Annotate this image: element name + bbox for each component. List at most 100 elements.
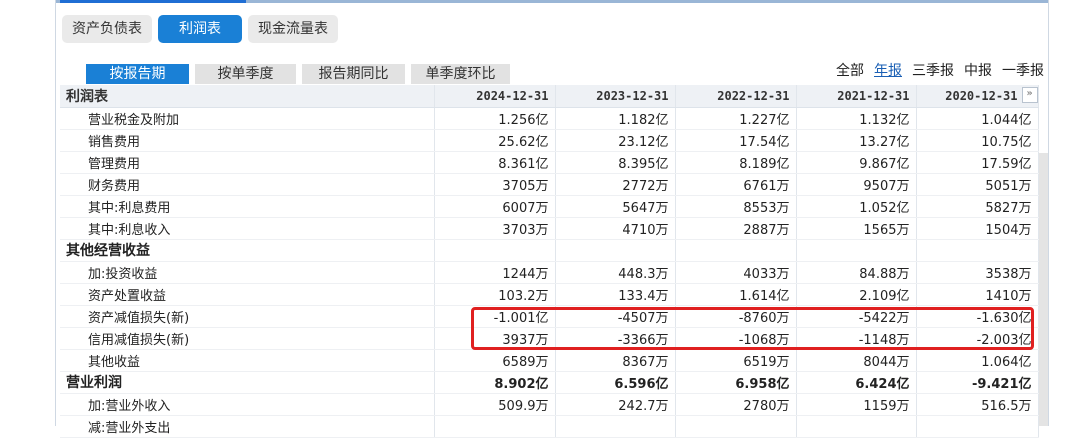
cell-value: 25.62亿 xyxy=(434,129,556,152)
period-all[interactable]: 全部 xyxy=(836,60,864,80)
cell-value: 1.256亿 xyxy=(434,107,556,130)
report-panel: 资产负债表 利润表 现金流量表 按报告期 按单季度 报告期同比 单季度环比 全部… xyxy=(55,0,1049,438)
row-label: 财务费用 xyxy=(60,173,435,196)
cell-value: 1.064亿 xyxy=(916,349,1039,372)
row-label: 加:营业外收入 xyxy=(60,393,435,416)
table-row: 加:营业外收入 509.9万 242.7万 2780万 1159万 516.5万 xyxy=(60,393,1039,416)
cell-value: 13.27亿 xyxy=(796,129,917,152)
cell-value: 6.958亿 xyxy=(675,371,797,394)
row-label: 其中:利息费用 xyxy=(60,195,435,218)
cell-value xyxy=(434,239,556,262)
cell-value xyxy=(916,415,1039,438)
period-half-year[interactable]: 中报 xyxy=(964,60,992,80)
cell-value xyxy=(675,239,797,262)
table-row: 减:营业外支出 xyxy=(60,415,1039,438)
cell-value: 1.614亿 xyxy=(675,283,797,306)
period-q3[interactable]: 三季报 xyxy=(912,60,954,80)
vertical-scrollbar[interactable] xyxy=(1039,153,1048,426)
view-mode-tabs: 按报告期 按单季度 报告期同比 单季度环比 xyxy=(86,64,510,84)
row-label: 其中:利息收入 xyxy=(60,217,435,240)
cell-value: 4710万 xyxy=(555,217,676,240)
cell-value: 8.395亿 xyxy=(555,151,676,174)
table-row: 管理费用 8.361亿 8.395亿 8.189亿 9.867亿 17.59亿 xyxy=(60,151,1039,174)
row-label: 销售费用 xyxy=(60,129,435,152)
column-header: 2022-12-31 xyxy=(675,85,797,108)
cell-value: 10.75亿 xyxy=(916,129,1039,152)
tab-cash-flow[interactable]: 现金流量表 xyxy=(248,15,338,43)
table-row: 其中:利息收入 3703万 4710万 2887万 1565万 1504万 xyxy=(60,217,1039,240)
column-header: 2023-12-31 xyxy=(555,85,676,108)
cell-value xyxy=(796,239,917,262)
cell-value: 1159万 xyxy=(796,393,917,416)
period-q1[interactable]: 一季报 xyxy=(1002,60,1044,80)
cell-value: 242.7万 xyxy=(555,393,676,416)
cell-value: 3703万 xyxy=(434,217,556,240)
row-label: 管理费用 xyxy=(60,151,435,174)
cell-value: 6007万 xyxy=(434,195,556,218)
cell-value: 8.902亿 xyxy=(434,371,556,394)
tab-quarter-qoq[interactable]: 单季度环比 xyxy=(411,64,510,84)
cell-value: 3538万 xyxy=(916,261,1039,284)
cell-value: 1410万 xyxy=(916,283,1039,306)
cell-value: 5827万 xyxy=(916,195,1039,218)
cell-value: 2.109亿 xyxy=(796,283,917,306)
row-label: 其他经营收益 xyxy=(60,239,435,262)
row-label: 信用减值损失(新) xyxy=(60,327,435,350)
table-header-row: 利润表 2024-12-31 2023-12-31 2022-12-31 202… xyxy=(60,85,1039,108)
cell-value: 5647万 xyxy=(555,195,676,218)
table-title: 利润表 xyxy=(60,85,435,108)
row-label: 减:营业外支出 xyxy=(60,415,435,438)
row-label: 资产处置收益 xyxy=(60,283,435,306)
table-row: 营业税金及附加 1.256亿 1.182亿 1.227亿 1.132亿 1.044亿 xyxy=(60,107,1039,130)
cell-value: 1.182亿 xyxy=(555,107,676,130)
cell-value: 8367万 xyxy=(555,349,676,372)
statement-tabs: 资产负债表 利润表 现金流量表 xyxy=(62,15,338,43)
table-row: 加:投资收益 1244万 448.3万 4033万 84.88万 3538万 xyxy=(60,261,1039,284)
tab-balance-sheet[interactable]: 资产负债表 xyxy=(62,15,152,43)
tab-period-yoy[interactable]: 报告期同比 xyxy=(302,64,405,84)
row-label: 营业税金及附加 xyxy=(60,107,435,130)
tab-income-statement[interactable]: 利润表 xyxy=(158,15,242,43)
cell-value: 103.2万 xyxy=(434,283,556,306)
income-statement-table: 利润表 2024-12-31 2023-12-31 2022-12-31 202… xyxy=(60,85,1039,438)
cell-value: 2887万 xyxy=(675,217,797,240)
cell-value: 6.424亿 xyxy=(796,371,917,394)
cell-value: 2780万 xyxy=(675,393,797,416)
period-annual[interactable]: 年报 xyxy=(874,60,902,80)
table-row: 销售费用 25.62亿 23.12亿 17.54亿 13.27亿 10.75亿 xyxy=(60,129,1039,152)
cell-value xyxy=(796,415,917,438)
column-header: 2024-12-31 xyxy=(434,85,556,108)
cell-value: 6761万 xyxy=(675,173,797,196)
table-row: 资产处置收益 103.2万 133.4万 1.614亿 2.109亿 1410万 xyxy=(60,283,1039,306)
cell-value: 448.3万 xyxy=(555,261,676,284)
cell-value xyxy=(555,415,676,438)
cell-value: 17.54亿 xyxy=(675,129,797,152)
cell-value: 516.5万 xyxy=(916,393,1039,416)
cell-value: 1.044亿 xyxy=(916,107,1039,130)
cell-value: 1565万 xyxy=(796,217,917,240)
cell-value: 6519万 xyxy=(675,349,797,372)
cell-value: 6589万 xyxy=(434,349,556,372)
cell-value: 133.4万 xyxy=(555,283,676,306)
cell-value: 8.189亿 xyxy=(675,151,797,174)
column-header: 2020-12-31 » xyxy=(916,85,1039,108)
expand-columns-icon[interactable]: » xyxy=(1021,87,1038,103)
row-label: 资产减值损失(新) xyxy=(60,305,435,328)
tab-by-report-period[interactable]: 按报告期 xyxy=(86,64,189,84)
cell-value: 1244万 xyxy=(434,261,556,284)
row-label: 营业利润 xyxy=(60,371,435,394)
cell-value: 2772万 xyxy=(555,173,676,196)
cell-value: 84.88万 xyxy=(796,261,917,284)
column-header-label: 2020-12-31 xyxy=(945,88,1018,103)
cell-value: -9.421亿 xyxy=(916,371,1039,394)
cell-value: 8.361亿 xyxy=(434,151,556,174)
table-row: 其他收益 6589万 8367万 6519万 8044万 1.064亿 xyxy=(60,349,1039,372)
cell-value xyxy=(434,415,556,438)
table-row: 财务费用 3705万 2772万 6761万 9507万 5051万 xyxy=(60,173,1039,196)
cell-value: 1.052亿 xyxy=(796,195,917,218)
row-label: 其他收益 xyxy=(60,349,435,372)
table-row: 其他经营收益 xyxy=(60,239,1039,262)
cell-value: 5051万 xyxy=(916,173,1039,196)
cell-value: 509.9万 xyxy=(434,393,556,416)
tab-by-quarter[interactable]: 按单季度 xyxy=(195,64,296,84)
